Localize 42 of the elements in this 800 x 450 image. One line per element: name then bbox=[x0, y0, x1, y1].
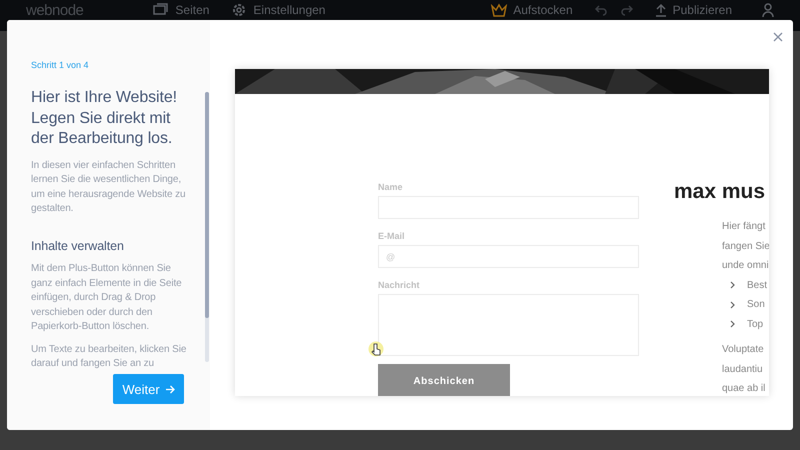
chevron-icon bbox=[730, 320, 735, 328]
list-item: Son bbox=[747, 298, 765, 312]
scrollbar[interactable] bbox=[205, 92, 209, 362]
logo[interactable]: webnode bbox=[26, 2, 84, 18]
arrow-icon bbox=[166, 384, 175, 394]
redo-icon[interactable] bbox=[620, 4, 633, 16]
list-item: Best bbox=[747, 278, 768, 292]
nav-link[interactable]: Einstellungen bbox=[253, 3, 326, 17]
field-label: E-Mail bbox=[378, 231, 406, 241]
upgrade-link[interactable]: Aufstocken bbox=[513, 3, 573, 17]
body-text: laudantiu bbox=[721, 362, 764, 376]
input-field[interactable]: @ bbox=[378, 245, 639, 268]
intro-text: In diesen vier einfachen Schritten lernen Sie die wesentlichen Dinge, um eine herausragende Website zu gestalten. bbox=[31, 158, 186, 216]
field-label: Name bbox=[378, 182, 404, 192]
undo-icon[interactable] bbox=[594, 4, 607, 16]
upload-icon bbox=[654, 3, 667, 17]
chevron-icon bbox=[730, 300, 735, 309]
nav-link[interactable]: Seiten bbox=[175, 3, 210, 17]
guide-text: Mit dem Plus-Button können Sie ganz einfach Elemente in die Seite einfügen, durch Drag & Drop verschieben oder durch den Papierkorb-Button löschen. bbox=[31, 262, 183, 334]
crown-icon bbox=[491, 3, 508, 17]
body-text: quae ab il bbox=[721, 382, 766, 396]
message-field[interactable] bbox=[378, 294, 639, 356]
pointer-cursor-icon bbox=[368, 341, 384, 357]
pages-icon bbox=[153, 2, 170, 18]
body-text: unde omni bbox=[721, 259, 769, 273]
list-item: Top bbox=[747, 318, 764, 332]
guide-title: Hier ist Ihre Website! Legen Sie direkt mit der Bearbeitung los. bbox=[31, 88, 178, 149]
site-heading: max mus bbox=[674, 179, 766, 205]
body-text: Hier fängt bbox=[721, 220, 766, 234]
field-label: Nachricht bbox=[378, 280, 421, 290]
close-icon[interactable] bbox=[773, 32, 783, 42]
body-text: fangen Sie bbox=[721, 240, 769, 254]
publish-link[interactable]: Publizieren bbox=[672, 3, 732, 17]
submit-button[interactable]: Abschicken bbox=[378, 364, 510, 396]
step-indicator: Schritt 1 von 4 bbox=[31, 60, 90, 70]
user-icon[interactable] bbox=[762, 3, 774, 17]
chevron-icon bbox=[730, 281, 735, 290]
section-heading: Inhalte verwalten bbox=[31, 238, 125, 253]
body-text: Voluptate bbox=[721, 343, 765, 357]
settings-icon bbox=[231, 2, 248, 18]
guide-text: Um Texte zu bearbeiten, klicken Sie darauf und fangen Sie an zu bbox=[31, 342, 188, 371]
next-button[interactable]: Weiter bbox=[113, 374, 184, 404]
